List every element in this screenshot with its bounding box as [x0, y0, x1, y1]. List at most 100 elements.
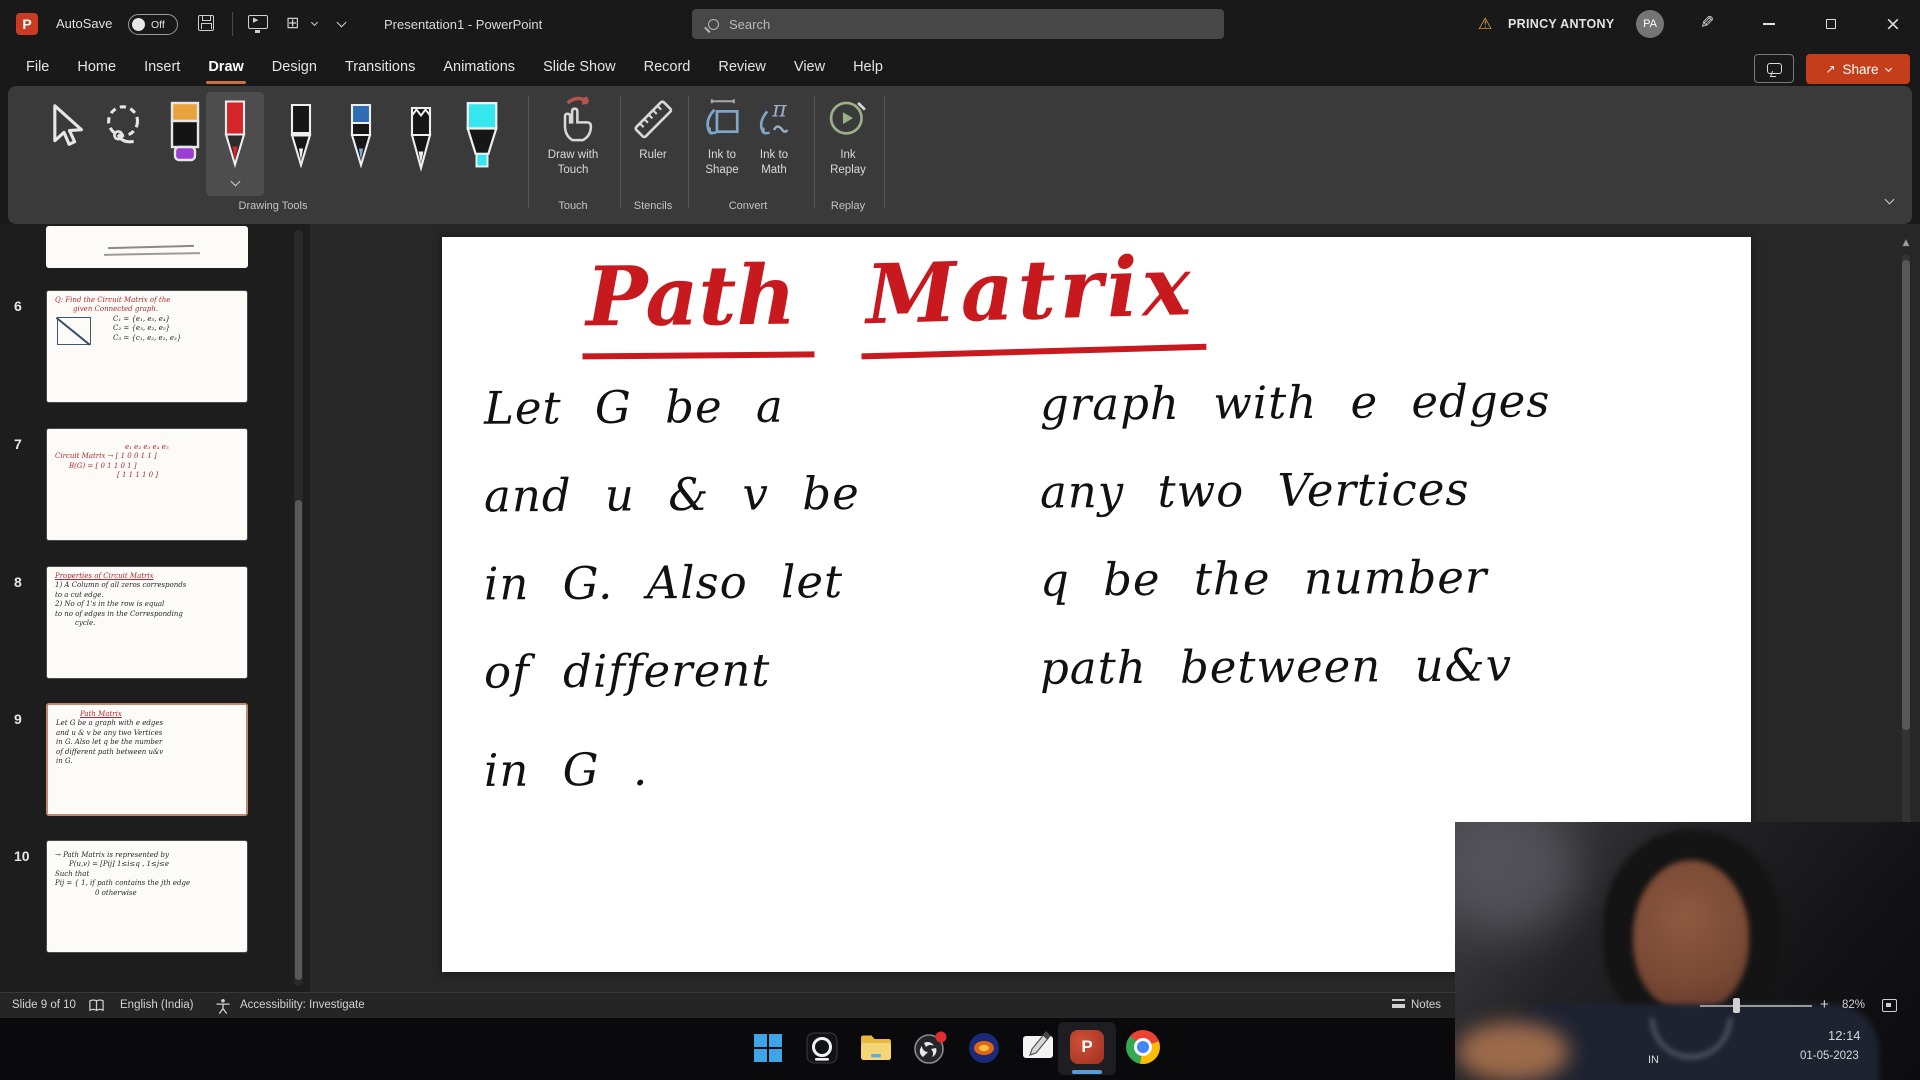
notes-button[interactable]: Notes — [1392, 999, 1441, 1011]
slide-text-line: in G. Also letq be the number — [484, 550, 1488, 610]
taskbar-language-badge[interactable]: IN — [1648, 1054, 1659, 1066]
save-icon[interactable] — [198, 15, 214, 31]
powerpoint-taskbar-icon[interactable]: P — [1070, 1030, 1104, 1064]
camera-app-icon[interactable] — [804, 1030, 840, 1066]
thumbnail-slide-9-selected[interactable]: Path Matrix Let G be a graph with e edge… — [46, 703, 248, 816]
autosave-toggle[interactable]: Off — [128, 14, 178, 35]
autosave-state: Off — [151, 19, 165, 31]
graph-doodle — [57, 317, 91, 345]
ink-to-math-icon: π — [752, 96, 796, 142]
comment-icon — [1767, 63, 1782, 74]
obs-studio-icon[interactable] — [912, 1030, 948, 1066]
close-button[interactable]: × — [1870, 0, 1916, 48]
highlighter-tool[interactable] — [462, 100, 502, 181]
accessibility-status[interactable]: Accessibility: Investigate — [240, 999, 365, 1011]
tab-help[interactable]: Help — [839, 48, 897, 86]
minimize-icon — [1763, 23, 1775, 25]
powerpoint-window: P AutoSave Off ⊞ Presentation1 - PowerPo… — [0, 0, 1920, 1080]
taskbar-clock-date[interactable]: 01-05-2023 — [1800, 1050, 1859, 1062]
tab-insert[interactable]: Insert — [130, 48, 194, 86]
slide-scrollbar-thumb[interactable] — [1902, 260, 1910, 730]
account-name[interactable]: PRINCY ANTONY — [1508, 17, 1614, 31]
highlighter-icon — [462, 100, 502, 176]
eraser-icon — [166, 100, 204, 164]
warning-icon[interactable]: ⚠ — [1478, 14, 1492, 33]
pencil-tool[interactable] — [406, 100, 436, 181]
grid-dropdown-chevron-icon[interactable] — [311, 19, 318, 26]
powerpoint-logo-icon[interactable]: P — [16, 13, 38, 35]
fit-slide-to-window-icon[interactable] — [1882, 999, 1897, 1012]
group-label-touch: Touch — [558, 200, 587, 212]
ink-replay-button[interactable] — [826, 96, 870, 147]
share-button[interactable]: ↗ Share — [1806, 54, 1910, 84]
thumbnail-slide-5-partial[interactable] — [46, 226, 248, 268]
pen-options-chevron-icon[interactable] — [231, 177, 241, 187]
comments-button[interactable] — [1754, 54, 1794, 83]
collapse-ribbon-chevron-icon[interactable] — [1885, 195, 1895, 205]
ink-to-shape-label: Ink to — [708, 149, 736, 161]
red-pen-tool-selected[interactable] — [206, 92, 264, 196]
quick-access-overflow-chevron-icon[interactable] — [337, 18, 347, 28]
thumbnail-slide-8[interactable]: Properties of Circuit Matrix 1) A Column… — [46, 566, 248, 679]
whiteboard-app-icon[interactable] — [1020, 1030, 1056, 1066]
zoom-in-button[interactable]: + — [1820, 996, 1829, 1013]
blue-pen-tool[interactable] — [346, 100, 376, 181]
quick-access-grid-icon[interactable]: ⊞ — [286, 13, 299, 32]
zoom-level[interactable]: 82% — [1842, 999, 1865, 1011]
tab-review[interactable]: Review — [704, 48, 780, 86]
file-explorer-icon[interactable] — [858, 1030, 894, 1066]
accessibility-icon — [214, 997, 232, 1015]
search-placeholder: Search — [729, 17, 770, 32]
chrome-icon[interactable] — [1126, 1030, 1160, 1064]
zoom-slider[interactable] — [1700, 1005, 1812, 1007]
thumbnail-scrollbar-thumb[interactable] — [295, 500, 302, 980]
lasso-select-button[interactable] — [100, 102, 150, 157]
slide-counter[interactable]: Slide 9 of 10 — [12, 999, 76, 1011]
group-label-stencils: Stencils — [634, 200, 673, 212]
tab-record[interactable]: Record — [630, 48, 705, 86]
tab-file[interactable]: File — [12, 48, 63, 86]
minimize-button[interactable] — [1746, 0, 1792, 48]
spell-check-book-icon[interactable] — [88, 998, 105, 1014]
inking-pen-icon[interactable]: ✎ — [1700, 13, 1714, 33]
tab-design[interactable]: Design — [258, 48, 331, 86]
black-pen-tool[interactable] — [286, 100, 316, 181]
thumbnail-scrollbar[interactable] — [294, 230, 303, 986]
scroll-up-icon[interactable]: ▲ — [1899, 238, 1913, 248]
tab-transitions[interactable]: Transitions — [331, 48, 429, 86]
ruler-button[interactable] — [630, 96, 676, 147]
share-chevron-icon — [1885, 64, 1892, 71]
media-app-icon[interactable] — [966, 1030, 1002, 1066]
tab-home[interactable]: Home — [63, 48, 130, 86]
select-tool-button[interactable] — [42, 100, 86, 157]
tab-animations[interactable]: Animations — [429, 48, 529, 86]
autosave-label: AutoSave — [56, 16, 112, 31]
tab-view[interactable]: View — [780, 48, 839, 86]
thumbnail-slide-10[interactable]: → Path Matrix is represented by P(u,v) =… — [46, 840, 248, 953]
ribbon-group-separator — [620, 96, 621, 208]
ink-to-math-button[interactable]: π — [752, 96, 796, 147]
thumbnail-scribble — [104, 252, 200, 256]
windows-start-button[interactable] — [750, 1030, 786, 1066]
ruler-icon — [630, 96, 676, 142]
draw-with-touch-button[interactable] — [546, 96, 600, 147]
tab-draw[interactable]: Draw — [194, 48, 257, 86]
thumbnail-slide-6[interactable]: Q: Find the Circuit Matrix of the given … — [46, 290, 248, 403]
restore-button[interactable] — [1808, 0, 1854, 48]
thumbnail-slide-7[interactable]: e₁ e₂ e₃ e₄ e₅ Circuit Matrix → [ 1 0 0 … — [46, 428, 248, 541]
notes-icon — [1392, 999, 1405, 1008]
start-slideshow-icon[interactable] — [248, 15, 268, 29]
zoom-slider-knob[interactable] — [1733, 998, 1740, 1013]
ink-to-shape-button[interactable] — [700, 96, 744, 147]
cursor-icon — [42, 100, 86, 152]
tab-slide-show[interactable]: Slide Show — [529, 48, 630, 86]
eraser-tool-button[interactable] — [166, 100, 204, 169]
lasso-icon — [100, 102, 150, 152]
thumbnail-scribble — [108, 245, 194, 249]
slide-text-line: of differentpath between u&v — [484, 638, 1512, 698]
avatar[interactable]: PA — [1636, 10, 1664, 38]
taskbar-clock-time[interactable]: 12:14 — [1828, 1028, 1861, 1043]
language-indicator[interactable]: English (India) — [120, 999, 194, 1011]
search-input[interactable]: Search — [692, 9, 1224, 39]
group-label-convert: Convert — [729, 200, 768, 212]
